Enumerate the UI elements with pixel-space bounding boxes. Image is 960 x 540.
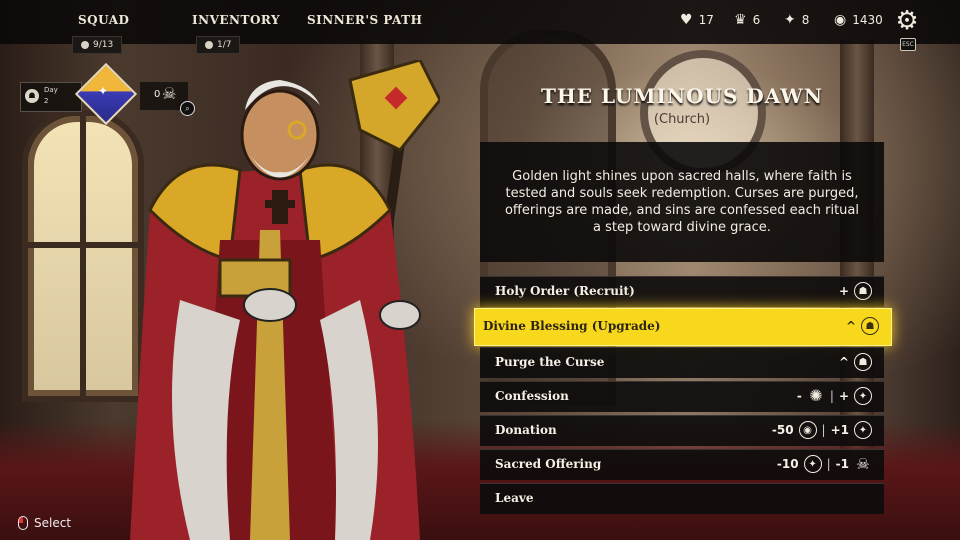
option-label: Leave [495,491,534,505]
cost-value: -50 [771,423,794,437]
recruit-icon: ☗ [854,282,872,300]
hint-label: Select [34,516,72,530]
compass-icon: ✦ [803,455,822,473]
option-holy-order[interactable]: Holy Order (Recruit) + ☗ [480,276,884,307]
option-modifier: + [838,284,849,298]
sun-icon: ✺ [809,386,823,405]
heart-plus-icon: ♥ [680,12,693,28]
compass-value: 8 [801,13,810,27]
option-purge-curse[interactable]: Purge the Curse ^ ☗ [480,347,884,378]
tab-inventory[interactable]: INVENTORY [192,13,280,27]
divider: | [826,457,831,471]
health-stat: ♥ 17 [680,13,714,27]
cost-value: - [796,389,802,403]
tab-squad[interactable]: SQUAD [78,13,129,27]
divider: | [821,423,826,437]
inventory-icon [205,41,213,49]
squad-icon [81,41,89,49]
coin-icon: ◉ [834,12,847,28]
option-label: Sacred Offering [495,457,602,471]
health-value: 17 [698,13,714,27]
option-sacred-offering[interactable]: Sacred Offering -10 ✦ | -1 ☠ [480,449,884,480]
option-label: Holy Order (Recruit) [495,284,635,298]
coin-value: 1430 [852,13,883,27]
mouse-left-click-icon [18,516,28,530]
coin-icon: ◉ [798,421,817,439]
divider: | [829,389,834,403]
inventory-count: 1/7 [217,40,232,50]
compass-icon: ✦ [784,12,796,28]
day-label: Day [44,86,58,94]
option-label: Divine Blessing (Upgrade) [483,319,661,333]
priest-character [130,60,440,540]
option-label: Purge the Curse [495,355,605,369]
gain-value: +1 [830,423,849,437]
demon-icon: ☠ [856,455,870,473]
day-value: 2 [44,97,49,105]
star-icon: ✦ [98,84,109,98]
gain-value: -1 [835,457,849,471]
squad-count-badge: 9/13 [72,36,123,54]
cost-value: -10 [776,457,799,471]
option-confession[interactable]: Confession - ✺ | + ✦ [480,381,884,412]
option-leave[interactable]: Leave [480,483,884,514]
option-modifier: ^ [845,319,856,333]
option-donation[interactable]: Donation -50 ◉ | +1 ✦ [480,415,884,446]
compass-stat: ✦ 8 [784,13,809,27]
gain-value: + [838,389,849,403]
upgrade-icon: ☗ [861,317,879,335]
compass-icon: ✦ [854,421,872,439]
inventory-count-badge: 1/7 [196,36,241,54]
curse-purge-icon: ☗ [854,353,872,371]
day-counter: ☗ Day 2 [20,82,82,112]
coin-stat: ◉ 1430 [834,13,883,27]
magnifier-icon[interactable]: ⌕ [180,101,195,116]
esc-key-hint: ESC [900,38,916,51]
option-label: Confession [495,389,569,403]
tab-sinners-path[interactable]: SINNER'S PATH [307,13,422,27]
skull-value: 0 [154,89,161,100]
event-subtitle: (Church) [653,112,711,127]
demon-skull-icon: ☠ [162,84,177,103]
event-description: Golden light shines upon sacred halls, w… [480,142,884,262]
top-bar [0,0,960,44]
squad-count: 9/13 [93,40,114,50]
option-modifier: ^ [838,355,849,369]
event-title: THE LUMINOUS DAWN [540,84,824,108]
crown-stat: ♛ 6 [734,13,760,27]
option-label: Donation [495,423,557,437]
select-hint: Select [18,516,71,530]
event-options: Holy Order (Recruit) + ☗ Divine Blessing… [474,276,892,517]
crown-icon: ♛ [734,12,747,28]
option-divine-blessing[interactable]: Divine Blessing (Upgrade) ^ ☗ [474,308,892,346]
crown-value: 6 [752,13,761,27]
compass-icon: ✦ [854,387,872,405]
hourglass-icon: ☗ [25,89,39,103]
settings-gear-icon[interactable]: ⚙ [894,8,920,34]
